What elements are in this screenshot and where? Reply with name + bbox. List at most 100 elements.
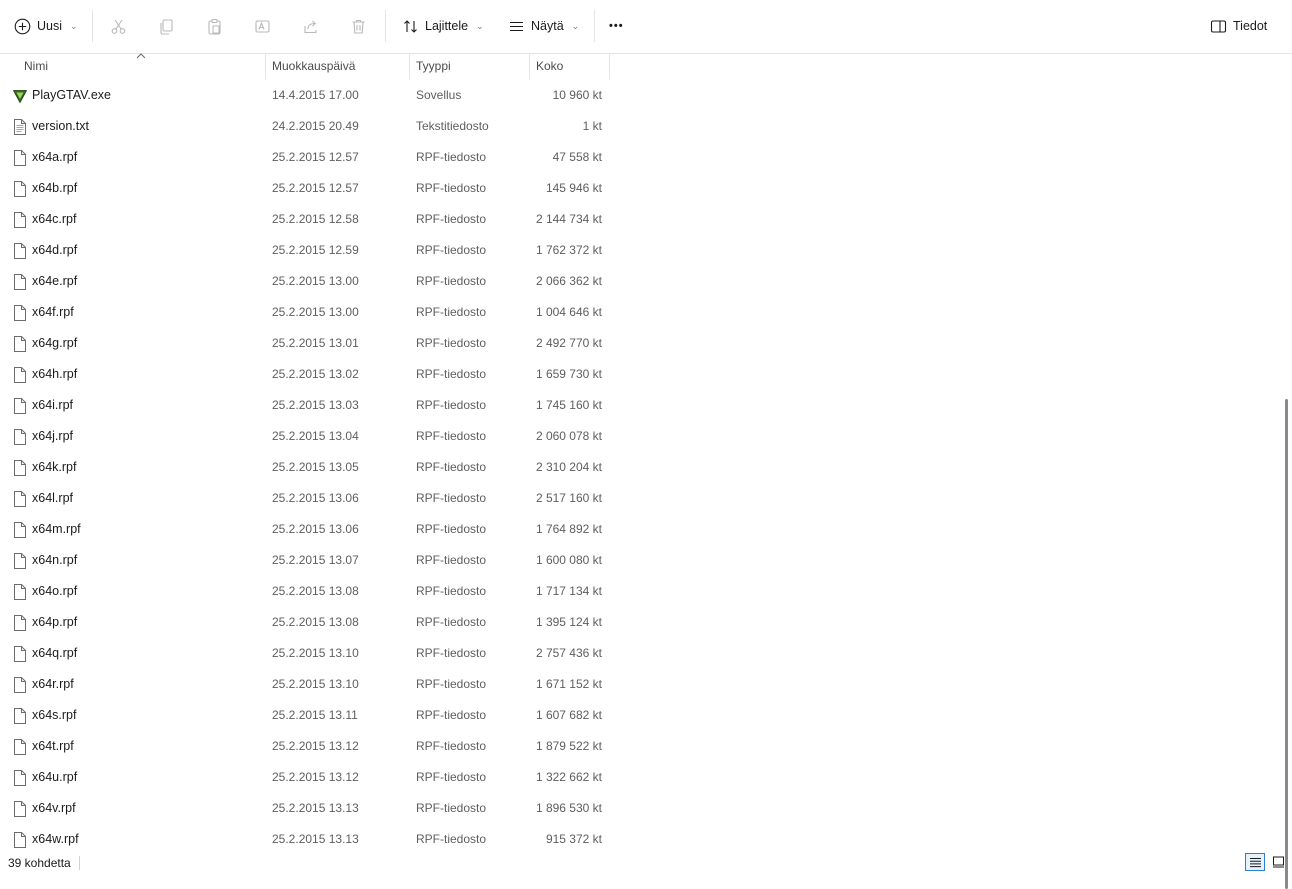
file-row[interactable]: x64p.rpf 25.2.2015 13.08 RPF-tiedosto 1 395…: [0, 607, 1270, 638]
file-type: RPF-tiedosto: [416, 398, 487, 412]
file-row[interactable]: x64v.rpf 25.2.2015 13.13 RPF-tiedosto 1 896…: [0, 793, 1270, 824]
new-button[interactable]: Uusi ⌄: [14, 13, 78, 39]
file-name: x64f.rpf: [32, 305, 74, 319]
cut-button[interactable]: [110, 13, 127, 39]
file-modified-date: 25.2.2015 13.12: [272, 739, 359, 753]
delete-button[interactable]: [350, 13, 367, 39]
paste-button[interactable]: [206, 13, 223, 39]
column-header-type[interactable]: Tyyppi: [410, 54, 530, 79]
file-row[interactable]: x64g.rpf 25.2.2015 13.01 RPF-tiedosto 2 492…: [0, 328, 1270, 359]
vertical-scrollbar[interactable]: [1280, 54, 1292, 889]
new-button-label: Uusi: [37, 19, 63, 33]
file-row[interactable]: x64f.rpf 25.2.2015 13.00 RPF-tiedosto 1 004…: [0, 297, 1270, 328]
share-button[interactable]: [302, 13, 319, 39]
large-icons-view-button[interactable]: [1268, 853, 1288, 871]
file-icon: [13, 367, 27, 383]
file-size: 145 946 kt: [545, 181, 602, 195]
file-icon: [13, 708, 27, 724]
file-modified-date: 25.2.2015 13.04: [272, 429, 359, 443]
status-bar: 39 kohdetta: [0, 850, 1292, 874]
scissors-icon: [110, 18, 127, 35]
details-view-button[interactable]: [1245, 853, 1265, 871]
file-row[interactable]: x64m.rpf 25.2.2015 13.06 RPF-tiedosto 1 764…: [0, 514, 1270, 545]
more-options-button[interactable]: •••: [609, 13, 624, 39]
chevron-down-icon: ⌄: [476, 20, 484, 31]
file-size: 1 004 646 kt: [535, 305, 602, 319]
file-row[interactable]: x64i.rpf 25.2.2015 13.03 RPF-tiedosto 1 745…: [0, 390, 1270, 421]
file-type: RPF-tiedosto: [416, 274, 487, 288]
file-size: 2 492 770 kt: [535, 336, 602, 350]
details-pane-label: Tiedot: [1233, 19, 1268, 33]
file-modified-date: 14.4.2015 17.00: [272, 88, 359, 102]
copy-button[interactable]: [158, 13, 175, 39]
file-name: x64b.rpf: [32, 181, 78, 195]
file-modified-date: 25.2.2015 13.08: [272, 584, 359, 598]
sort-ascending-icon: [136, 53, 146, 59]
column-header-size-label: Koko: [536, 59, 564, 73]
column-header-modified[interactable]: Muokkauspäivä: [266, 54, 410, 79]
toolbar-divider: [594, 10, 595, 42]
file-row[interactable]: x64e.rpf 25.2.2015 13.00 RPF-tiedosto 2 066…: [0, 266, 1270, 297]
file-row[interactable]: x64q.rpf 25.2.2015 13.10 RPF-tiedosto 2 757…: [0, 638, 1270, 669]
file-name: x64k.rpf: [32, 460, 77, 474]
file-row[interactable]: x64k.rpf 25.2.2015 13.05 RPF-tiedosto 2 310…: [0, 452, 1270, 483]
file-modified-date: 25.2.2015 12.58: [272, 212, 359, 226]
file-row[interactable]: x64b.rpf 25.2.2015 12.57 RPF-tiedosto 145 9…: [0, 173, 1270, 204]
file-row[interactable]: x64t.rpf 25.2.2015 13.12 RPF-tiedosto 1 879…: [0, 731, 1270, 762]
file-type: RPF-tiedosto: [416, 553, 487, 567]
file-row[interactable]: x64r.rpf 25.2.2015 13.10 RPF-tiedosto 1 671…: [0, 669, 1270, 700]
file-type: RPF-tiedosto: [416, 460, 487, 474]
file-type: RPF-tiedosto: [416, 584, 487, 598]
file-row[interactable]: x64n.rpf 25.2.2015 13.07 RPF-tiedosto 1 600…: [0, 545, 1270, 576]
sort-button[interactable]: Lajittele ⌄: [402, 13, 484, 39]
file-row[interactable]: x64l.rpf 25.2.2015 13.06 RPF-tiedosto 2 517…: [0, 483, 1270, 514]
column-header-name-label: Nimi: [24, 59, 48, 73]
file-modified-date: 25.2.2015 13.10: [272, 646, 359, 660]
file-icon: [13, 584, 27, 600]
view-button[interactable]: Näytä ⌄: [508, 13, 579, 39]
file-icon: [13, 739, 27, 755]
file-type: RPF-tiedosto: [416, 305, 487, 319]
column-divider[interactable]: [609, 54, 610, 79]
file-row[interactable]: x64h.rpf 25.2.2015 13.02 RPF-tiedosto 1 659…: [0, 359, 1270, 390]
file-type: RPF-tiedosto: [416, 522, 487, 536]
file-type: RPF-tiedosto: [416, 801, 487, 815]
rename-button[interactable]: [254, 13, 271, 39]
file-name: x64r.rpf: [32, 677, 74, 691]
file-row[interactable]: x64j.rpf 25.2.2015 13.04 RPF-tiedosto 2 060…: [0, 421, 1270, 452]
file-row[interactable]: PlayGTAV.exe 14.4.2015 17.00 Sovellus 10 96…: [0, 80, 1270, 111]
column-header-size[interactable]: Koko: [530, 54, 610, 79]
file-row[interactable]: x64u.rpf 25.2.2015 13.12 RPF-tiedosto 1 322…: [0, 762, 1270, 793]
file-icon: [13, 181, 27, 197]
file-name: x64e.rpf: [32, 274, 78, 288]
scrollbar-thumb[interactable]: [1285, 399, 1288, 889]
file-size: 1 600 080 kt: [535, 553, 602, 567]
file-type: RPF-tiedosto: [416, 336, 487, 350]
more-dots-icon: •••: [609, 20, 624, 32]
clipboard-icon: [206, 18, 223, 35]
file-size: 1 717 134 kt: [535, 584, 602, 598]
file-name: x64s.rpf: [32, 708, 77, 722]
file-icon: [13, 429, 27, 445]
file-size: 1 322 662 kt: [535, 770, 602, 784]
gta-v-app-icon: [12, 88, 28, 104]
details-pane-button[interactable]: Tiedot: [1210, 13, 1267, 39]
file-name: x64g.rpf: [32, 336, 78, 350]
file-row[interactable]: x64c.rpf 25.2.2015 12.58 RPF-tiedosto 2 144…: [0, 204, 1270, 235]
file-name: x64q.rpf: [32, 646, 78, 660]
file-row[interactable]: x64s.rpf 25.2.2015 13.11 RPF-tiedosto 1 607…: [0, 700, 1270, 731]
file-name: x64t.rpf: [32, 739, 74, 753]
file-modified-date: 24.2.2015 20.49: [272, 119, 359, 133]
file-size: 1 896 530 kt: [535, 801, 602, 815]
file-size: 2 757 436 kt: [535, 646, 602, 660]
file-type: Sovellus: [416, 88, 462, 102]
file-row[interactable]: x64o.rpf 25.2.2015 13.08 RPF-tiedosto 1 717…: [0, 576, 1270, 607]
file-icon: [13, 801, 27, 817]
file-size: 1 395 124 kt: [535, 615, 602, 629]
file-modified-date: 25.2.2015 13.05: [272, 460, 359, 474]
item-count: 39 kohdetta: [8, 856, 71, 870]
file-name: x64c.rpf: [32, 212, 77, 226]
file-row[interactable]: x64a.rpf 25.2.2015 12.57 RPF-tiedosto 47 55…: [0, 142, 1270, 173]
file-row[interactable]: version.txt 24.2.2015 20.49 Tekstitiedosto…: [0, 111, 1270, 142]
file-row[interactable]: x64d.rpf 25.2.2015 12.59 RPF-tiedosto 1 762…: [0, 235, 1270, 266]
